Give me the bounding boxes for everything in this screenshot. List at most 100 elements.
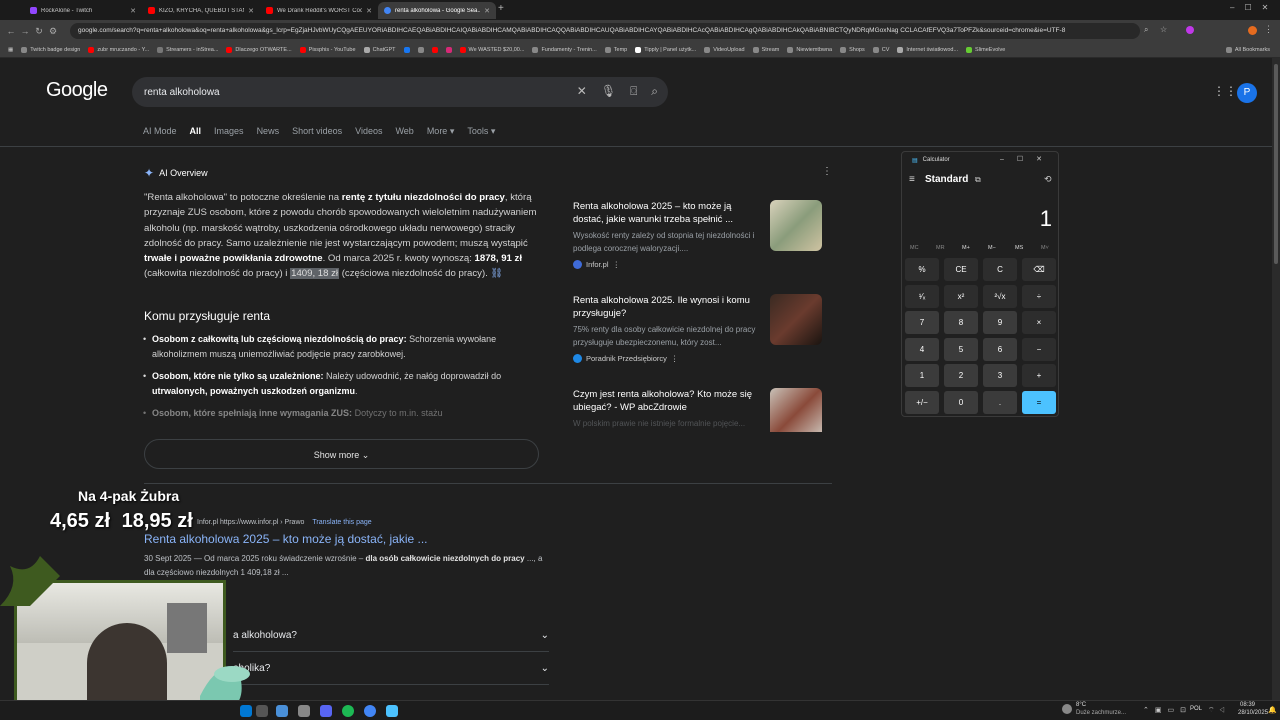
tab-more[interactable]: More ▾	[427, 126, 455, 137]
four-button[interactable]: 4	[905, 337, 939, 361]
clear-icon[interactable]: ✕	[577, 84, 587, 99]
start-icon[interactable]	[240, 705, 252, 717]
new-tab-button[interactable]: +	[498, 3, 504, 14]
microphone-icon[interactable]: 🎙	[601, 84, 616, 99]
all-bookmarks[interactable]: All Bookmarks	[1222, 46, 1274, 53]
nine-button[interactable]: 9	[983, 311, 1017, 334]
percent-button[interactable]: %	[905, 258, 939, 281]
tab-web[interactable]: Web	[395, 126, 413, 137]
search-input[interactable]: renta alkoholowa ✕ 🎙 ⌼ ⌕	[132, 77, 668, 107]
multiply-button[interactable]: ×	[1022, 311, 1056, 334]
source-card[interactable]: Czym jest renta alkoholowa? Kto może się…	[573, 388, 828, 432]
notifications-icon[interactable]: 🔔	[1268, 706, 1277, 714]
translate-link[interactable]: Translate this page	[312, 519, 371, 526]
tab-twitch[interactable]: RockAlone - Twitch ✕	[24, 2, 142, 19]
result-title-link[interactable]: Renta alkoholowa 2025 – kto może ją dost…	[144, 532, 428, 546]
lens-icon[interactable]: ⌼	[630, 84, 637, 99]
bookmark[interactable]: Dlaczego OTWARTE...	[222, 46, 295, 53]
discord-icon[interactable]	[320, 705, 332, 717]
eight-button[interactable]: 8	[944, 311, 978, 334]
bookmark-folder[interactable]: Fundamenty - Trenin...	[528, 46, 600, 53]
bookmark[interactable]: Streamers - inStrea...	[153, 46, 222, 53]
bookmark-folder[interactable]: Shops	[836, 46, 869, 53]
page-scrollbar[interactable]	[1272, 58, 1280, 700]
more-options-icon[interactable]: ⋮	[822, 166, 832, 177]
back-icon[interactable]: ←	[4, 26, 18, 36]
search-icon[interactable]	[256, 705, 268, 717]
facebook-icon[interactable]	[400, 46, 414, 53]
bookmark[interactable]: We WASTED $20,00...	[456, 46, 529, 53]
chrome-icon[interactable]	[364, 705, 376, 717]
mem-store-button[interactable]: MS	[1015, 245, 1023, 251]
result-source-line[interactable]: Infor.pl https://www.infor.pl › Prawo Tra…	[197, 519, 372, 526]
three-button[interactable]: 3	[983, 364, 1017, 387]
zero-button[interactable]: 0	[944, 390, 978, 414]
tray-icons[interactable]: ⌃▣▭⊡	[1143, 706, 1192, 714]
tab-youtube-1[interactable]: KIZO, KRYCHA, QUEBO I STANIS...✕	[142, 2, 260, 19]
bookmark-folder[interactable]: CV	[869, 46, 894, 53]
calculator-taskbar-icon[interactable]	[386, 705, 398, 717]
apps-icon[interactable]: ▦	[4, 47, 17, 53]
search-query[interactable]: renta alkoholowa	[144, 87, 220, 98]
bookmark-star-icon[interactable]: ☆	[1160, 25, 1167, 34]
square-button[interactable]: x²	[944, 284, 978, 308]
tab-news[interactable]: News	[257, 126, 280, 137]
zoom-icon[interactable]: ⌕	[1144, 25, 1148, 35]
network-volume-icons[interactable]: ⌔◁	[1208, 706, 1229, 715]
mem-list-button[interactable]: M˅	[1041, 245, 1049, 251]
bookmark[interactable]: ChatGPT	[360, 46, 400, 53]
tab-tools[interactable]: Tools ▾	[467, 126, 495, 137]
bookmark-folder[interactable]: Stream	[749, 46, 784, 53]
backspace-button[interactable]: ⌫	[1022, 258, 1056, 281]
tab-videos[interactable]: Videos	[355, 126, 382, 137]
hamburger-menu-icon[interactable]: ≡	[909, 174, 915, 185]
bookmark-icon[interactable]	[414, 46, 428, 53]
bookmark[interactable]: Pissphis - YouTube	[296, 46, 360, 53]
close-tab-icon[interactable]: ✕	[130, 7, 136, 15]
reciprocal-button[interactable]: ¹⁄ₓ	[905, 284, 939, 308]
divide-button[interactable]: ÷	[1022, 284, 1056, 308]
seven-button[interactable]: 7	[905, 311, 939, 334]
youtube-icon[interactable]	[428, 46, 442, 53]
link-icon[interactable]: ⛓	[491, 268, 503, 279]
source-card[interactable]: Renta alkoholowa 2025. Ile wynosi i komu…	[573, 294, 828, 380]
bookmark[interactable]: SlimeEvolve	[962, 46, 1009, 53]
taskview-icon[interactable]	[276, 705, 288, 717]
square-root-button[interactable]: ²√x	[983, 284, 1017, 308]
negate-button[interactable]: +/−	[905, 390, 939, 414]
reload-icon[interactable]: ↻	[32, 26, 46, 37]
mem-subtract-button[interactable]: M−	[988, 245, 996, 251]
bookmark-folder[interactable]: Temp	[601, 46, 631, 53]
extension-icon[interactable]	[1186, 26, 1194, 34]
equals-button[interactable]: =	[1022, 390, 1056, 414]
weather-icon[interactable]	[1062, 704, 1072, 714]
spotify-icon[interactable]	[342, 705, 354, 717]
close-tab-icon[interactable]: ✕	[484, 7, 490, 15]
source-card[interactable]: Renta alkoholowa 2025 – kto może ją dost…	[573, 200, 828, 286]
tab-short-videos[interactable]: Short videos	[292, 126, 342, 137]
explorer-icon[interactable]	[298, 705, 310, 717]
two-button[interactable]: 2	[944, 364, 978, 387]
bookmark-folder[interactable]: Niewiemtbwna	[783, 46, 836, 53]
people-also-ask-item[interactable]: oholika? ⌄	[233, 653, 549, 685]
forward-icon[interactable]: →	[18, 26, 32, 36]
bookmark[interactable]: zubr mruczando - Y...	[84, 46, 153, 53]
five-button[interactable]: 5	[944, 337, 978, 361]
menu-icon[interactable]: ⋮	[1264, 24, 1273, 35]
tab-images[interactable]: Images	[214, 126, 244, 137]
people-also-ask-item[interactable]: a alkoholowa? ⌄	[233, 620, 549, 652]
keep-on-top-icon[interactable]: ⧉	[975, 175, 981, 185]
profile-icon[interactable]	[1248, 26, 1257, 35]
apps-grid-icon[interactable]: ⋮⋮	[1213, 84, 1237, 98]
decimal-button[interactable]: .	[983, 390, 1017, 414]
six-button[interactable]: 6	[983, 337, 1017, 361]
bookmark[interactable]: Internet światłowod...	[893, 46, 962, 53]
calculator-window-controls[interactable]: –☐✕	[1000, 155, 1055, 163]
avatar[interactable]: P	[1237, 83, 1257, 103]
clear-entry-button[interactable]: CE	[944, 258, 978, 281]
language-indicator[interactable]: POL	[1190, 706, 1202, 712]
url-field[interactable]: google.com/search?q=renta+alkoholowa&oq=…	[70, 23, 1140, 39]
one-button[interactable]: 1	[905, 364, 939, 387]
close-tab-icon[interactable]: ✕	[248, 7, 254, 15]
subtract-button[interactable]: −	[1022, 337, 1056, 361]
